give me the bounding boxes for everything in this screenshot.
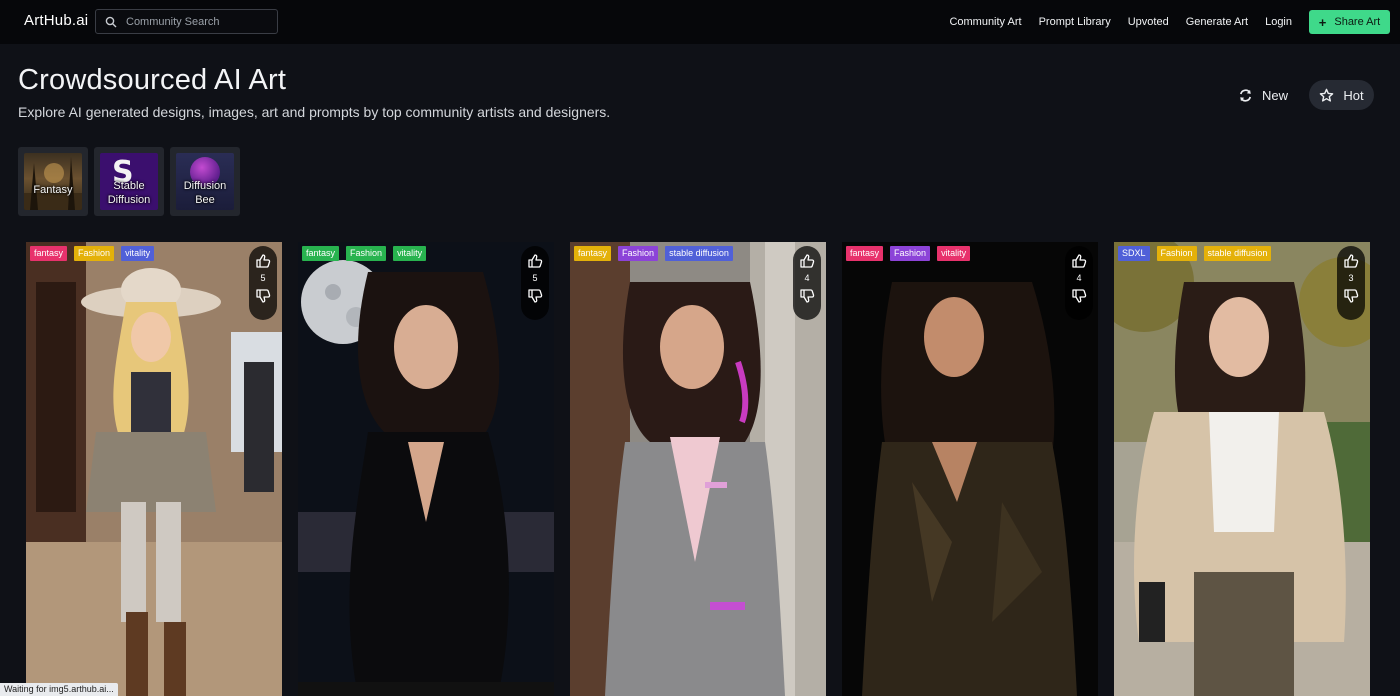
- vote-count: 3: [1348, 273, 1354, 283]
- category-stable-diffusion[interactable]: S Stable Diffusion: [94, 147, 164, 216]
- tag[interactable]: Fashion: [1156, 246, 1197, 261]
- nav-upvoted[interactable]: Upvoted: [1128, 16, 1169, 28]
- tag[interactable]: Fashion: [74, 246, 115, 261]
- thumbs-down-icon[interactable]: [1343, 288, 1359, 304]
- brand-logo[interactable]: ArtHub.ai: [24, 12, 88, 29]
- sort-hot-label: Hot: [1343, 87, 1364, 103]
- category-label: Fantasy: [33, 184, 73, 196]
- nav-generate-art[interactable]: Generate Art: [1186, 16, 1248, 28]
- artwork-image: [26, 242, 282, 696]
- tag[interactable]: fantasy: [30, 246, 68, 261]
- vote-panel: 5: [521, 246, 549, 320]
- star-icon: [1320, 88, 1334, 102]
- art-card[interactable]: fantasy Fashion vitality 5: [26, 242, 282, 696]
- category-fantasy[interactable]: Fantasy: [18, 147, 88, 216]
- search-icon: [105, 16, 117, 27]
- tag[interactable]: Fashion: [346, 246, 387, 261]
- vote-panel: 5: [249, 246, 277, 320]
- tag-list: fantasy Fashion vitality: [30, 246, 161, 261]
- tag[interactable]: Fashion: [890, 246, 931, 261]
- thumbs-up-icon[interactable]: [1343, 253, 1359, 269]
- top-navbar: ArtHub.ai Community Art Prompt Library U…: [0, 0, 1400, 44]
- thumbs-up-icon[interactable]: [1071, 253, 1087, 269]
- nav-prompt-library[interactable]: Prompt Library: [1039, 16, 1111, 28]
- fantasy-thumbnail: [24, 153, 82, 210]
- sort-new-label: New: [1261, 87, 1288, 103]
- thumbs-down-icon[interactable]: [799, 288, 815, 304]
- tag[interactable]: fantasy: [574, 246, 612, 261]
- art-card[interactable]: SDXL Fashion stable diffusion 3: [1114, 242, 1370, 696]
- artwork-image: [842, 242, 1098, 696]
- art-card[interactable]: fantasy Fashion vitality 4: [842, 242, 1098, 696]
- tag-list: SDXL Fashion stable diffusion: [1118, 246, 1278, 261]
- thumbs-up-icon[interactable]: [255, 253, 271, 269]
- page-subtitle: Explore AI generated designs, images, ar…: [18, 104, 611, 120]
- nav-community-art[interactable]: Community Art: [949, 16, 1021, 28]
- thumbs-down-icon[interactable]: [1071, 288, 1087, 304]
- category-list: Fantasy S Stable Diffusion Diffusion Bee: [18, 147, 246, 216]
- thumbs-down-icon[interactable]: [527, 288, 543, 304]
- tag[interactable]: vitality: [937, 246, 971, 261]
- share-art-label: Share Art: [1334, 16, 1381, 28]
- art-card[interactable]: fantasy Fashion stable diffusion 4: [570, 242, 826, 696]
- page-title: Crowdsourced AI Art: [18, 64, 287, 96]
- nav-links: Community Art Prompt Library Upvoted Gen…: [949, 0, 1400, 44]
- tag[interactable]: fantasy: [846, 246, 884, 261]
- tag-list: fantasy Fashion vitality: [302, 246, 433, 261]
- category-label: Diffusion Bee: [183, 180, 227, 206]
- tag-list: fantasy Fashion stable diffusion: [574, 246, 740, 261]
- tag[interactable]: vitality: [121, 246, 155, 261]
- tag[interactable]: Fashion: [618, 246, 659, 261]
- vote-count: 5: [532, 273, 538, 283]
- vote-count: 5: [260, 273, 266, 283]
- vote-panel: 3: [1337, 246, 1365, 320]
- vote-count: 4: [804, 273, 810, 283]
- thumbs-down-icon[interactable]: [255, 288, 271, 304]
- art-card[interactable]: fantasy Fashion vitality 5: [298, 242, 554, 696]
- tag[interactable]: stable diffusion: [1203, 246, 1272, 261]
- tag[interactable]: SDXL: [1118, 246, 1150, 261]
- tag-list: fantasy Fashion vitality: [846, 246, 977, 261]
- tag[interactable]: vitality: [393, 246, 427, 261]
- refresh-icon: [1239, 88, 1251, 102]
- thumbs-up-icon[interactable]: [799, 253, 815, 269]
- nav-login[interactable]: Login: [1265, 16, 1292, 28]
- sort-new-button[interactable]: New: [1232, 80, 1294, 110]
- artwork-image: [298, 242, 554, 696]
- category-diffusion-bee[interactable]: Diffusion Bee: [170, 147, 240, 216]
- plus-icon: +: [1318, 14, 1327, 30]
- vote-panel: 4: [1065, 246, 1093, 320]
- tag[interactable]: stable diffusion: [665, 246, 733, 261]
- artwork-image: [1114, 242, 1370, 696]
- artwork-image: [570, 242, 826, 696]
- thumbs-up-icon[interactable]: [527, 253, 543, 269]
- community-search-box[interactable]: [95, 9, 278, 34]
- search-input[interactable]: [126, 15, 276, 28]
- tag[interactable]: fantasy: [302, 246, 340, 261]
- browser-status-bar: Waiting for img5.arthub.ai...: [0, 683, 118, 696]
- vote-panel: 4: [793, 246, 821, 320]
- share-art-button[interactable]: + Share Art: [1309, 10, 1390, 34]
- category-label: Stable Diffusion: [107, 180, 151, 206]
- sort-hot-button[interactable]: Hot: [1309, 80, 1374, 110]
- vote-count: 4: [1076, 273, 1082, 283]
